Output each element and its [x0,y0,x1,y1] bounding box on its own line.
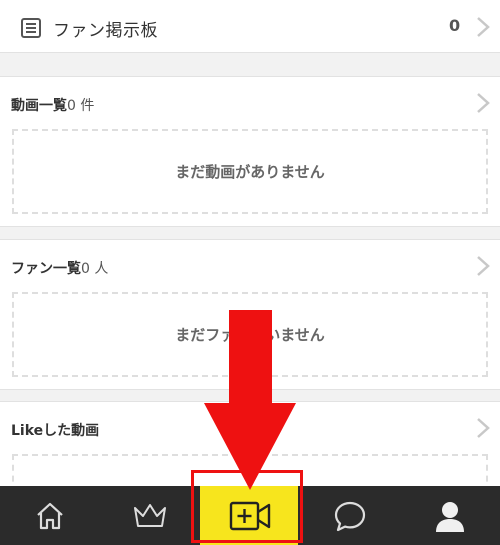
fan-board-count: 0 [449,16,461,35]
videos-count: 0 件 [67,98,95,114]
videos-section: 動画一覧0 件 まだ動画がありません [0,76,500,227]
videos-section-header[interactable]: 動画一覧0 件 [11,95,94,115]
videos-empty-box: まだ動画がありません [12,129,488,214]
nav-messages[interactable] [300,486,400,545]
fans-count: 0 人 [81,261,109,277]
highlight-box [191,470,303,543]
liked-section-title: Likeした動画 [11,423,100,439]
crown-icon [134,503,166,527]
chat-bubble-icon [334,501,366,531]
chevron-right-icon [477,17,490,37]
home-icon [37,502,63,529]
fan-board-title: ファン掲示板 [53,21,158,41]
nav-ranking[interactable] [100,486,200,545]
document-icon [21,18,41,38]
fans-empty-box: まだファンがいません [12,292,488,377]
nav-profile[interactable] [400,486,500,545]
liked-section-header[interactable]: Likeした動画 [11,420,99,440]
fan-board-row[interactable]: ファン掲示板 0 [0,0,500,53]
fans-section: ファン一覧0 人 まだファンがいません [0,239,500,390]
videos-section-title: 動画一覧 [11,98,67,114]
chevron-right-icon[interactable] [476,417,490,439]
nav-home[interactable] [0,486,100,545]
fans-section-title: ファン一覧 [11,261,81,277]
chevron-right-icon[interactable] [476,92,490,114]
fans-section-header[interactable]: ファン一覧0 人 [11,258,108,278]
chevron-right-icon[interactable] [476,255,490,277]
user-icon [436,501,464,532]
fans-empty-message: まだファンがいません [175,326,325,344]
videos-empty-message: まだ動画がありません [175,163,325,181]
